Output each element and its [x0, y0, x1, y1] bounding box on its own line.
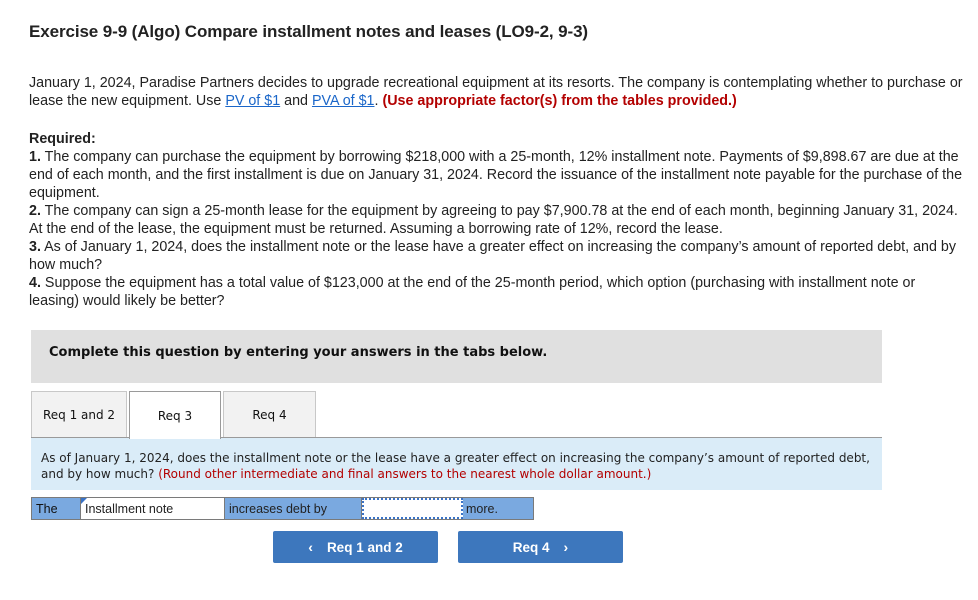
item-number: 1.	[29, 149, 41, 165]
item-number: 3.	[29, 239, 41, 255]
pva-of-1-link[interactable]: PVA of $1	[312, 93, 375, 109]
required-section: Required: 1. The company can purchase th…	[29, 130, 969, 310]
debt-amount-input[interactable]	[364, 500, 461, 517]
required-item-1: 1. The company can purchase the equipmen…	[29, 148, 969, 202]
dropdown-selected-value: Installment note	[85, 501, 174, 516]
pv-of-1-link[interactable]: PV of $1	[225, 93, 280, 109]
required-item-2: 2. The company can sign a 25-month lease…	[29, 202, 969, 238]
dropdown-marker-icon	[81, 498, 87, 504]
prev-req-button[interactable]: ‹ Req 1 and 2	[273, 531, 438, 563]
item-number: 4.	[29, 275, 41, 291]
intro-and: and	[280, 93, 312, 109]
rounding-note: (Round other intermediate and final answ…	[158, 467, 652, 481]
item-number: 2.	[29, 203, 41, 219]
tab-req-3[interactable]: Req 3	[129, 391, 221, 439]
amount-input-cell[interactable]	[362, 498, 463, 519]
instruction-text: Complete this question by entering your …	[49, 345, 548, 360]
item-text: As of January 1, 2024, does the installm…	[29, 239, 956, 273]
next-req-button[interactable]: Req 4 ›	[458, 531, 623, 563]
chevron-right-icon: ›	[563, 539, 569, 555]
answer-row: The Installment note increases debt by m…	[31, 497, 534, 520]
tab-req-1-and-2[interactable]: Req 1 and 2	[31, 391, 127, 437]
chevron-left-icon: ‹	[308, 539, 313, 555]
debt-option-dropdown[interactable]: Installment note	[81, 498, 225, 519]
item-text: Suppose the equipment has a total value …	[29, 275, 916, 309]
factor-instruction: (Use appropriate factor(s) from the tabl…	[382, 93, 737, 109]
next-button-label: Req 4	[512, 539, 550, 555]
question-panel: As of January 1, 2024, does the installm…	[31, 437, 882, 490]
answer-prefix: The	[32, 498, 81, 519]
answer-suffix: more.	[466, 501, 498, 516]
problem-intro: January 1, 2024, Paradise Partners decid…	[29, 74, 974, 110]
item-text: The company can sign a 25-month lease fo…	[29, 203, 958, 237]
tab-req-4[interactable]: Req 4	[223, 391, 316, 437]
required-item-3: 3. As of January 1, 2024, does the insta…	[29, 238, 969, 274]
page-title: Exercise 9-9 (Algo) Compare installment …	[29, 22, 588, 41]
required-heading: Required:	[29, 131, 96, 147]
answer-middle-text: increases debt by	[225, 498, 362, 519]
panel-question: As of January 1, 2024, does the installm…	[41, 450, 871, 482]
required-item-4: 4. Suppose the equipment has a total val…	[29, 274, 969, 310]
item-text: The company can purchase the equipment b…	[29, 149, 963, 201]
prev-button-label: Req 1 and 2	[326, 539, 403, 555]
instruction-box: Complete this question by entering your …	[31, 330, 882, 383]
